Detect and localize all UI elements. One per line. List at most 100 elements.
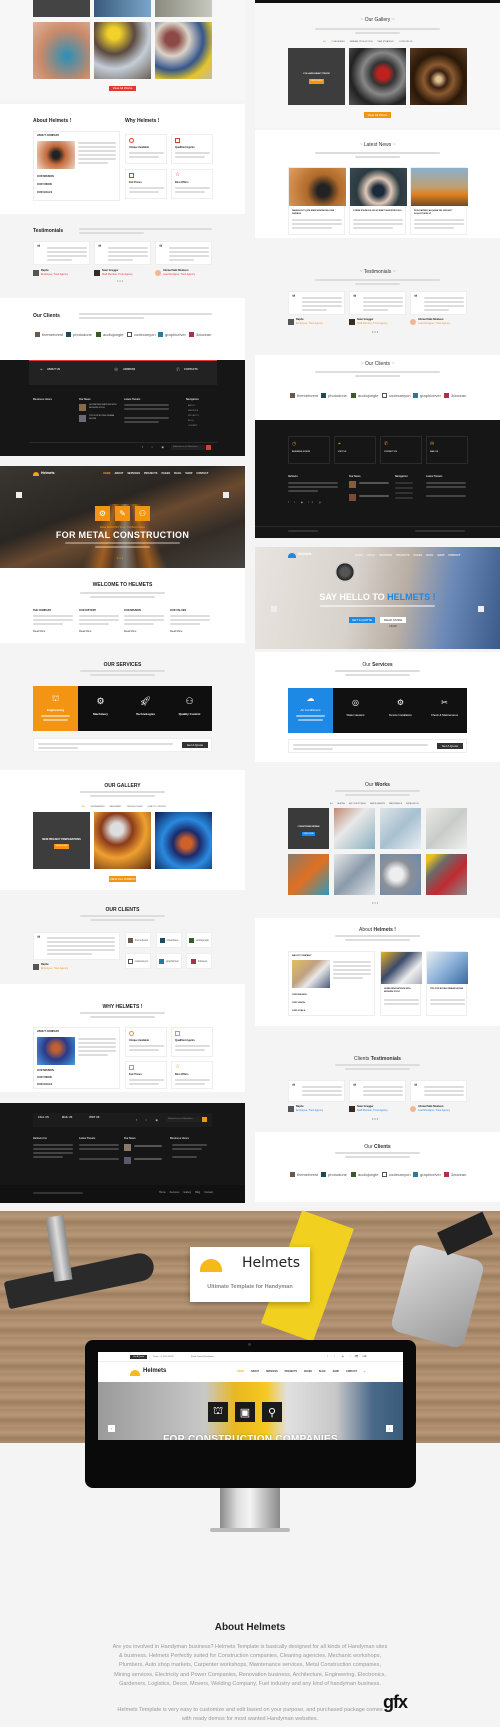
accordion-item[interactable]: OUR MISSION <box>37 175 54 179</box>
get-quote-button[interactable]: Get A Quote <box>182 742 208 748</box>
view-more-button[interactable]: VIEW MORE <box>54 844 69 849</box>
client-logo[interactable]: photodune <box>321 393 347 398</box>
client-logo[interactable]: 3docean <box>444 1172 466 1177</box>
accordion-item[interactable]: ABOUT COMPANY <box>37 1030 59 1034</box>
nav-item[interactable]: ABOUT <box>251 1371 259 1373</box>
view-more-button[interactable]: VIEW MORE <box>302 832 315 836</box>
nav-item[interactable]: PAGES <box>161 472 170 475</box>
filter-tab[interactable]: QUALITY CONTROL <box>147 806 166 808</box>
logo-text[interactable]: Helmets <box>143 1368 166 1374</box>
logo-text[interactable]: Helmets <box>41 471 55 475</box>
accordion-item[interactable]: OUR VISION <box>292 1001 305 1005</box>
gallery-feature-card[interactable]: COLLADE HEAVY TRUCK VIEW MORE <box>288 48 345 105</box>
client-logo[interactable]: audiojungle <box>351 393 378 398</box>
nav-item[interactable]: SHOP <box>333 1371 340 1373</box>
news-post-title[interactable]: LOREM IPSUM DOLOR SIT AMET SUSPECIES SUO <box>353 210 403 213</box>
news-link[interactable]: TIPS FOR BUYING DREAM HOUSE <box>89 415 119 420</box>
news-thumb[interactable] <box>124 1144 131 1151</box>
works-image[interactable] <box>426 808 467 849</box>
service-card-active[interactable]: ⛫ Engineering <box>33 686 78 731</box>
filter-tab[interactable]: HEATING <box>337 803 345 805</box>
gallery-image[interactable] <box>94 812 151 869</box>
accordion-item[interactable]: OUR GOALS <box>37 1083 52 1087</box>
blog-card[interactable]: TIPS FOR BUYING DREAM HOUSE <box>426 951 468 1016</box>
client-logo[interactable]: photodune <box>321 1172 347 1177</box>
footer-link[interactable]: Gallery <box>183 1191 191 1194</box>
news-thumb[interactable] <box>79 404 86 411</box>
accordion-item[interactable]: ABOUT COMPANY <box>292 954 311 958</box>
cart-icon[interactable]: 🛒︎ <box>355 1354 359 1358</box>
footer-nav-link[interactable]: CONTACT <box>188 424 199 429</box>
nav-item[interactable]: SERVICES <box>266 1371 278 1373</box>
works-image[interactable] <box>380 808 421 849</box>
view-all-works-button[interactable]: VIEW ALL WORKS <box>109 876 136 882</box>
read-more-link[interactable]: Read More <box>79 630 91 634</box>
service-name[interactable]: Water Heaters <box>333 713 378 717</box>
works-feature-card[interactable]: CONDITIONER REPAIR VIEW MORE <box>288 808 329 849</box>
blog-post-title[interactable]: HOME RENOVATIONS WITH MODERN STYLE <box>384 988 420 993</box>
client-logo[interactable]: codecanyon <box>125 953 151 969</box>
gallery-image[interactable] <box>94 0 151 17</box>
works-image[interactable] <box>288 854 329 895</box>
client-logo[interactable]: graphicriver <box>413 1172 441 1177</box>
client-logo[interactable]: audiojungle <box>96 332 123 337</box>
accordion-item[interactable]: OUR VISION <box>37 1076 52 1080</box>
client-logo[interactable]: 3docean <box>444 393 466 398</box>
gallery-image[interactable] <box>94 22 151 79</box>
accordion-item[interactable]: OUR GOALS <box>292 1009 305 1013</box>
slider-next-button[interactable] <box>478 606 484 612</box>
nav-item[interactable]: CONTACT <box>346 1371 357 1373</box>
nav-item[interactable]: PROJECTS <box>285 1371 297 1373</box>
client-logo[interactable]: themeforest <box>125 932 151 948</box>
nav-item[interactable]: PAGES <box>413 554 422 557</box>
logo-text[interactable]: Helmets <box>298 552 312 556</box>
search-icon[interactable]: ⌕ <box>364 1371 365 1373</box>
nav-item[interactable]: HOME <box>103 472 111 475</box>
filter-tab[interactable]: ENGINEERING <box>91 806 105 808</box>
nav-item[interactable]: SERVICES <box>127 472 140 475</box>
blog-card[interactable]: HOME RENOVATIONS WITH MODERN STYLE <box>380 951 422 1016</box>
news-link[interactable]: HOUSE RENOVATIONS WITH MODERN STYLE <box>89 404 119 409</box>
nav-item[interactable]: SHOP <box>185 472 192 475</box>
view-all-works-button[interactable]: View All Works <box>364 112 391 118</box>
client-logo[interactable]: audiojungle <box>351 1172 378 1177</box>
news-post-title[interactable]: DUIS DAPIBUS ALIQUAM VEL FEUGIAT SOLLICI… <box>414 210 464 215</box>
nav-item[interactable]: SERVICES <box>379 554 392 557</box>
filter-tab[interactable]: MINERAL PRODUCTION <box>350 41 373 43</box>
gallery-image[interactable] <box>349 48 406 105</box>
accordion-item[interactable]: ABOUT COMPANY <box>37 134 59 138</box>
gallery-image[interactable] <box>155 0 212 17</box>
slider-dots[interactable]: ••• <box>117 555 124 560</box>
works-image[interactable] <box>334 854 375 895</box>
footer-link[interactable]: Contact <box>204 1191 213 1194</box>
nav-item[interactable]: PROJECTS <box>144 472 157 475</box>
nav-item[interactable]: PAGES <box>304 1371 312 1373</box>
newsletter-submit-button[interactable] <box>202 1117 207 1122</box>
filter-tab[interactable]: TECHNOLOGIES <box>127 806 143 808</box>
nav-item[interactable]: BLOG <box>174 472 181 475</box>
newsletter-submit-button[interactable] <box>206 445 211 450</box>
accordion-item[interactable]: OUR MISSION <box>37 1069 54 1073</box>
carousel-dots[interactable]: ••• <box>372 329 379 334</box>
filter-tab[interactable]: RAW STRATEGIC <box>378 41 394 43</box>
client-logo[interactable]: themeforest <box>290 1172 318 1177</box>
globe-icon[interactable]: ⊕ <box>364 1354 367 1358</box>
news-thumb[interactable] <box>349 494 356 501</box>
footer-link[interactable]: Home <box>159 1191 166 1194</box>
service-card-active[interactable]: ☁ Air Conditioners <box>288 688 333 733</box>
nav-item[interactable]: HOME <box>355 554 363 557</box>
view-more-button[interactable]: VIEW MORE <box>309 79 324 84</box>
view-all-works-button[interactable]: View All Works <box>109 86 136 91</box>
nav-item[interactable]: HOME <box>237 1371 244 1373</box>
slider-next-button[interactable]: › <box>386 1425 393 1432</box>
accordion-item[interactable]: OUR MISSION <box>292 993 307 997</box>
slider-prev-button[interactable]: ‹ <box>108 1425 115 1432</box>
client-logo[interactable]: photodune <box>156 932 182 948</box>
service-name[interactable]: Machinery <box>78 712 123 716</box>
gallery-image[interactable] <box>33 22 90 79</box>
filter-tab[interactable]: COAL MINING <box>332 41 345 43</box>
footer-link[interactable]: Blog <box>195 1191 200 1194</box>
gallery-image[interactable] <box>155 812 212 869</box>
service-name[interactable]: Quality Control <box>167 712 212 716</box>
news-card[interactable]: DIAMUS ELIT QUIS ENIM NONPROVAL DUIS DAP… <box>288 167 346 235</box>
